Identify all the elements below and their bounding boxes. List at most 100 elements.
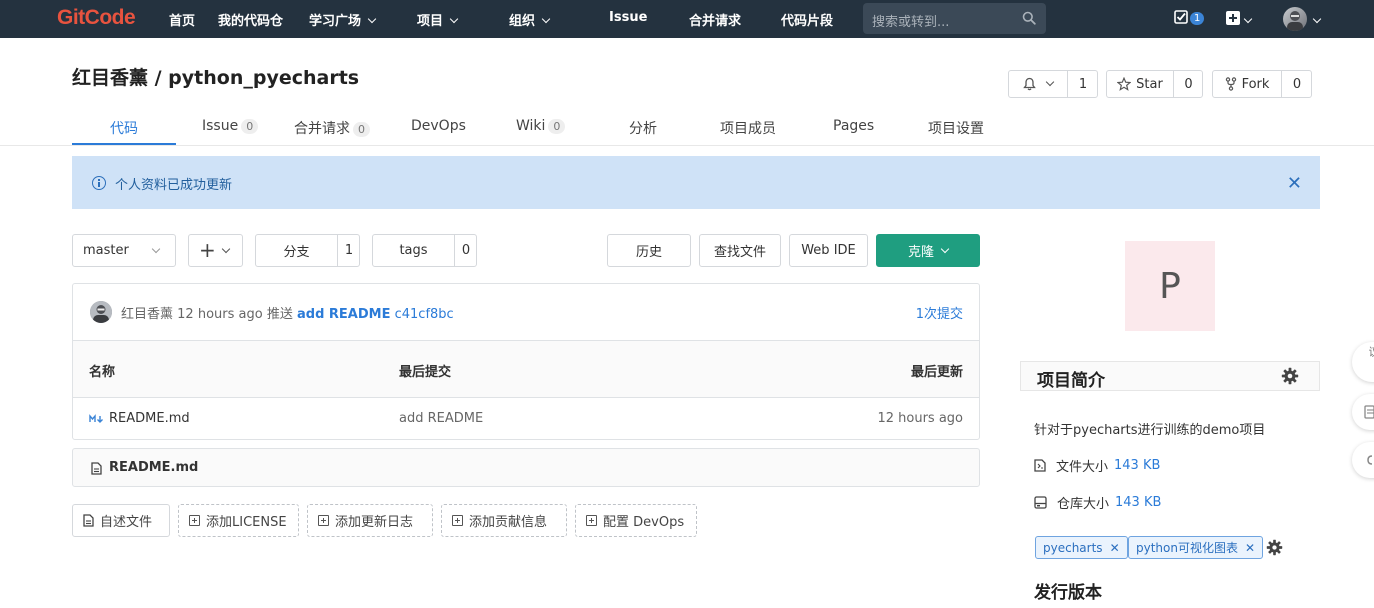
gear-icon[interactable] (1266, 539, 1283, 556)
user-avatar-image (1287, 11, 1303, 31)
find-file-label: 查找文件 (713, 245, 766, 260)
file-icon (83, 514, 94, 527)
close-icon[interactable]: ✕ (1110, 541, 1120, 555)
plus-square-icon (452, 515, 463, 526)
commit-author-avatar[interactable] (90, 301, 112, 323)
floating-link-button[interactable] (1352, 442, 1374, 478)
repo-title[interactable]: 红目香薰 / python_pyecharts (72, 63, 359, 90)
fork-action[interactable]: Fork (1213, 71, 1281, 97)
plus-square-icon (189, 515, 200, 526)
commit-time: 12 hours ago (177, 307, 263, 322)
notification-count: 1 (1078, 76, 1088, 92)
bell-dropdown[interactable] (1009, 71, 1067, 97)
add-license-button[interactable]: 添加LICENSE (178, 504, 299, 537)
active-tab-indicator (72, 143, 176, 145)
plus-icon: + (199, 238, 216, 262)
tab-merge-requests[interactable]: 合并请求 0 (294, 118, 370, 138)
branch-name: master (83, 243, 129, 258)
tab-members[interactable]: 项目成员 (720, 118, 776, 138)
nav-issue[interactable]: Issue (609, 10, 647, 25)
topic-label: python可视化图表 (1136, 541, 1238, 555)
nav-home[interactable]: 首页 (169, 10, 195, 29)
web-ide-button[interactable]: Web IDE (789, 234, 868, 267)
create-new-icon[interactable] (1226, 11, 1240, 25)
commit-message[interactable]: add README (297, 307, 390, 322)
nav-orgs[interactable]: 组织 (509, 10, 551, 29)
repo-size-label: 仓库大小 (1057, 497, 1110, 512)
nav-learning[interactable]: 学习广场 (309, 10, 377, 29)
chevron-down-icon (1243, 14, 1253, 24)
tags-button[interactable]: tags 0 (372, 234, 477, 267)
add-contributing-label: 添加贡献信息 (469, 515, 548, 530)
storage-icon (1034, 496, 1047, 509)
branch-selector[interactable]: master (72, 234, 176, 267)
project-avatar: P (1125, 241, 1215, 331)
user-avatar[interactable] (1283, 7, 1307, 31)
tab-code[interactable]: 代码 (110, 118, 138, 138)
add-contributing-button[interactable]: 添加贡献信息 (441, 504, 567, 537)
tab-issue[interactable]: Issue 0 (202, 118, 259, 134)
tab-settings[interactable]: 项目设置 (928, 118, 984, 138)
config-devops-label: 配置 DevOps (603, 515, 685, 530)
nav-my-repos[interactable]: 我的代码仓 (218, 10, 283, 29)
tab-wiki[interactable]: Wiki 0 (516, 118, 566, 134)
gear-icon[interactable] (1281, 367, 1299, 385)
close-icon[interactable]: ✕ (1245, 541, 1255, 555)
tab-merge-requests-count: 0 (353, 122, 370, 137)
file-last-update: 12 hours ago (877, 411, 963, 426)
fork-button[interactable]: Fork 0 (1212, 70, 1312, 98)
floating-doc-button[interactable] (1352, 394, 1374, 430)
find-file-button[interactable]: 查找文件 (699, 234, 781, 267)
topic-tag[interactable]: python可视化图表 ✕ (1128, 536, 1264, 559)
fork-icon (1225, 77, 1236, 91)
web-ide-label: Web IDE (801, 243, 856, 258)
table-row[interactable]: README.md add README 12 hours ago (73, 398, 979, 440)
star-button[interactable]: Star 0 (1106, 70, 1203, 98)
todo-checkbox-icon[interactable] (1174, 10, 1188, 24)
clone-button[interactable]: 克隆 (876, 234, 980, 267)
topic-tag[interactable]: pyecharts ✕ (1035, 536, 1128, 559)
file-name[interactable]: README.md (109, 411, 190, 426)
info-icon (92, 176, 106, 190)
file-size-row: 文件大小 143 KB (1034, 456, 1160, 475)
file-size-value[interactable]: 143 KB (1114, 458, 1160, 473)
tab-pages[interactable]: Pages (833, 118, 874, 134)
readme-file-label: 自述文件 (100, 515, 153, 530)
branches-button[interactable]: 分支 1 (255, 234, 360, 267)
nav-merge-requests[interactable]: 合并请求 (689, 10, 741, 29)
tab-devops[interactable]: DevOps (411, 118, 466, 134)
repo-size-value[interactable]: 143 KB (1115, 495, 1161, 510)
add-changelog-button[interactable]: 添加更新日志 (307, 504, 433, 537)
top-navbar: GitCode 首页 我的代码仓 学习广场 项目 组织 Issue 合并请求 代… (0, 0, 1374, 38)
commit-sha[interactable]: c41cf8bc (395, 307, 454, 322)
tab-analytics[interactable]: 分析 (629, 118, 657, 138)
nav-projects[interactable]: 项目 (417, 10, 459, 29)
add-changelog-label: 添加更新日志 (335, 515, 414, 530)
config-devops-button[interactable]: 配置 DevOps (575, 504, 697, 537)
chevron-down-icon (1312, 14, 1322, 24)
close-icon[interactable]: ✕ (1287, 173, 1302, 194)
commit-count-link[interactable]: 1次提交 (916, 303, 963, 322)
add-dropdown-button[interactable]: + (188, 234, 243, 267)
nav-snippets[interactable]: 代码片段 (781, 10, 833, 29)
tab-wiki-count: 0 (548, 119, 566, 134)
star-action[interactable]: Star (1107, 71, 1173, 97)
chevron-down-icon (221, 244, 231, 254)
tab-wiki-label: Wiki (516, 118, 546, 134)
readme-file-button[interactable]: 自述文件 (72, 504, 170, 537)
readme-header: README.md (72, 448, 980, 487)
tab-issue-count: 0 (241, 119, 259, 134)
global-search-input[interactable]: 搜索或转到... (863, 3, 1046, 34)
gitcode-logo[interactable]: GitCode (57, 6, 136, 30)
feedback-tab[interactable]: 反馈建议 (1352, 342, 1374, 382)
project-intro-header: 项目简介 (1020, 361, 1320, 391)
commit-author[interactable]: 红目香薰 (121, 307, 173, 322)
nav-orgs-label: 组织 (509, 14, 536, 29)
header-name: 名称 (89, 365, 116, 380)
readme-filename[interactable]: README.md (109, 460, 198, 475)
chevron-down-icon (541, 14, 551, 24)
notification-button[interactable]: 1 (1008, 70, 1098, 98)
file-last-commit[interactable]: add README (399, 411, 483, 426)
history-button[interactable]: 历史 (607, 234, 691, 267)
file-name-cell[interactable]: README.md (89, 411, 190, 426)
